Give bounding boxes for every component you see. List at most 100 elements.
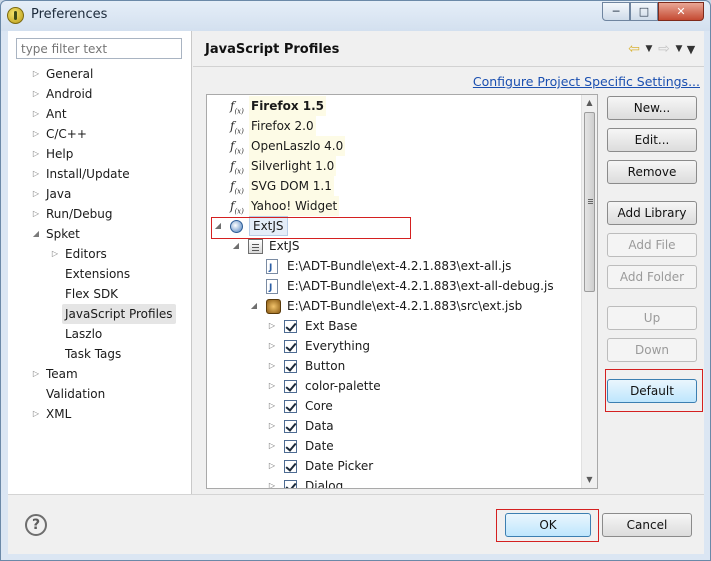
tree-row[interactable]: f(x) Firefox 1.5 <box>207 96 585 116</box>
collapsed-arrow-icon[interactable]: ▷ <box>31 364 41 384</box>
checkbox[interactable] <box>284 400 297 413</box>
checkbox[interactable] <box>284 320 297 333</box>
nav-item[interactable]: ▷ Android <box>8 84 192 104</box>
collapsed-arrow-icon[interactable]: ▷ <box>267 456 277 476</box>
tree-row[interactable]: ▷ Button <box>207 356 585 376</box>
collapsed-arrow-icon[interactable]: ▷ <box>31 164 41 184</box>
nav-item[interactable]: ▷ General <box>8 64 192 84</box>
tree-row[interactable]: ▷ Data <box>207 416 585 436</box>
nav-item[interactable]: ▷ Help <box>8 144 192 164</box>
tree-row-label: Date <box>305 439 334 453</box>
tree-row-label: Firefox 2.0 <box>249 116 316 136</box>
tree-row[interactable]: ▷ Core <box>207 396 585 416</box>
collapsed-arrow-icon[interactable]: ▷ <box>31 104 41 124</box>
tree-row[interactable]: E:\ADT-Bundle\ext-4.2.1.883\ext-all.js <box>207 256 585 278</box>
tree-row[interactable]: f(x) OpenLaszlo 4.0 <box>207 136 585 156</box>
collapsed-arrow-icon[interactable]: ▷ <box>267 416 277 436</box>
collapsed-arrow-icon[interactable]: ▷ <box>267 396 277 416</box>
up-button[interactable]: Up <box>607 306 697 330</box>
collapsed-arrow-icon[interactable]: ▷ <box>50 244 60 264</box>
collapsed-arrow-icon[interactable]: ▷ <box>31 124 41 144</box>
tree-row[interactable]: f(x) Yahoo! Widget <box>207 196 585 216</box>
nav-item[interactable]: ▷ C/C++ <box>8 124 192 144</box>
nav-item[interactable]: Laszlo <box>8 324 192 344</box>
filter-input[interactable] <box>16 38 182 59</box>
close-icon[interactable]: ✕ <box>658 2 704 21</box>
add-library-button[interactable]: Add Library <box>607 201 697 225</box>
vertical-scrollbar[interactable]: ▲ ▼ <box>581 95 597 488</box>
collapsed-arrow-icon[interactable]: ▷ <box>31 404 41 424</box>
scroll-up-icon[interactable]: ▲ <box>582 95 597 111</box>
nav-item[interactable]: ▷ XML <box>8 404 192 424</box>
nav-item-label: Install/Update <box>46 167 130 181</box>
expanded-arrow-icon[interactable]: ◢ <box>231 236 241 256</box>
nav-item[interactable]: ▷ Editors <box>8 244 192 264</box>
checkbox[interactable] <box>284 480 297 488</box>
scrollbar-thumb[interactable] <box>584 112 595 292</box>
new-button[interactable]: New... <box>607 96 697 120</box>
tree-row[interactable]: E:\ADT-Bundle\ext-4.2.1.883\ext-all-debu… <box>207 276 585 298</box>
collapsed-arrow-icon[interactable]: ▷ <box>31 144 41 164</box>
collapsed-arrow-icon[interactable]: ▷ <box>31 204 41 224</box>
nav-item[interactable]: Task Tags <box>8 344 192 364</box>
back-menu-chevron-down-icon[interactable]: ▼ <box>644 44 654 54</box>
back-arrow-icon[interactable]: ⇦ <box>626 42 642 56</box>
nav-item[interactable]: Extensions <box>8 264 192 284</box>
tree-row[interactable]: ▷ Date <box>207 436 585 456</box>
forward-menu-chevron-down-icon[interactable]: ▼ <box>674 44 684 54</box>
view-menu-chevron-down-icon[interactable]: ▼ <box>686 43 696 56</box>
tree-row[interactable]: f(x) Firefox 2.0 <box>207 116 585 136</box>
nav-item[interactable]: Validation <box>8 384 192 404</box>
tree-row[interactable]: ▷ Dialog <box>207 476 585 488</box>
tree-row[interactable]: f(x) Silverlight 1.0 <box>207 156 585 176</box>
nav-item[interactable]: ▷ Team <box>8 364 192 384</box>
nav-item[interactable]: Flex SDK <box>8 284 192 304</box>
tree-row[interactable]: ▷ Everything <box>207 336 585 356</box>
tree-row[interactable]: ◢ ExtJS <box>207 236 585 256</box>
collapsed-arrow-icon[interactable]: ▷ <box>267 436 277 456</box>
collapsed-arrow-icon[interactable]: ▷ <box>267 356 277 376</box>
expanded-arrow-icon[interactable]: ◢ <box>249 296 259 316</box>
tree-row[interactable]: ▷ Date Picker <box>207 456 585 476</box>
nav-item[interactable]: ▷ Install/Update <box>8 164 192 184</box>
checkbox[interactable] <box>284 420 297 433</box>
collapsed-arrow-icon[interactable]: ▷ <box>267 376 277 396</box>
expanded-arrow-icon[interactable]: ◢ <box>31 224 41 244</box>
configure-project-settings-link[interactable]: Configure Project Specific Settings... <box>473 74 700 89</box>
collapsed-arrow-icon[interactable]: ▷ <box>31 184 41 204</box>
collapsed-arrow-icon[interactable]: ▷ <box>267 336 277 356</box>
scroll-down-icon[interactable]: ▼ <box>582 472 597 488</box>
checkbox[interactable] <box>284 440 297 453</box>
collapsed-arrow-icon[interactable]: ▷ <box>267 476 277 488</box>
nav-item[interactable]: JavaScript Profiles <box>8 304 192 324</box>
forward-arrow-icon[interactable]: ⇨ <box>656 42 672 56</box>
profiles-tree[interactable]: f(x) Firefox 1.5 f(x) Firefox 2.0 f(x) OpenLa… <box>206 94 598 489</box>
help-icon[interactable]: ? <box>25 514 47 536</box>
down-button[interactable]: Down <box>607 338 697 362</box>
tree-row-label: Silverlight 1.0 <box>249 156 337 176</box>
collapsed-arrow-icon[interactable]: ▷ <box>31 64 41 84</box>
tree-row[interactable]: ▷ Ext Base <box>207 316 585 336</box>
checkbox[interactable] <box>284 380 297 393</box>
add-file-button[interactable]: Add File <box>607 233 697 257</box>
tree-row[interactable]: ▷ color-palette <box>207 376 585 396</box>
checkbox[interactable] <box>284 460 297 473</box>
nav-item[interactable]: ▷ Java <box>8 184 192 204</box>
maximize-icon[interactable]: □ <box>630 2 658 21</box>
nav-item[interactable]: ◢ Spket <box>8 224 192 244</box>
tree-row[interactable]: ◢ E:\ADT-Bundle\ext-4.2.1.883\src\ext.jsb <box>207 296 585 316</box>
collapsed-arrow-icon[interactable]: ▷ <box>267 316 277 336</box>
minimize-icon[interactable]: ─ <box>602 2 630 21</box>
add-folder-button[interactable]: Add Folder <box>607 265 697 289</box>
title-bar[interactable]: Preferences ─ □ ✕ <box>1 1 710 31</box>
page-title: JavaScript Profiles <box>205 42 340 57</box>
checkbox[interactable] <box>284 340 297 353</box>
collapsed-arrow-icon[interactable]: ▷ <box>31 84 41 104</box>
nav-item[interactable]: ▷ Ant <box>8 104 192 124</box>
remove-button[interactable]: Remove <box>607 160 697 184</box>
edit-button[interactable]: Edit... <box>607 128 697 152</box>
nav-item[interactable]: ▷ Run/Debug <box>8 204 192 224</box>
checkbox[interactable] <box>284 360 297 373</box>
tree-row[interactable]: f(x) SVG DOM 1.1 <box>207 176 585 196</box>
cancel-button[interactable]: Cancel <box>602 513 692 537</box>
